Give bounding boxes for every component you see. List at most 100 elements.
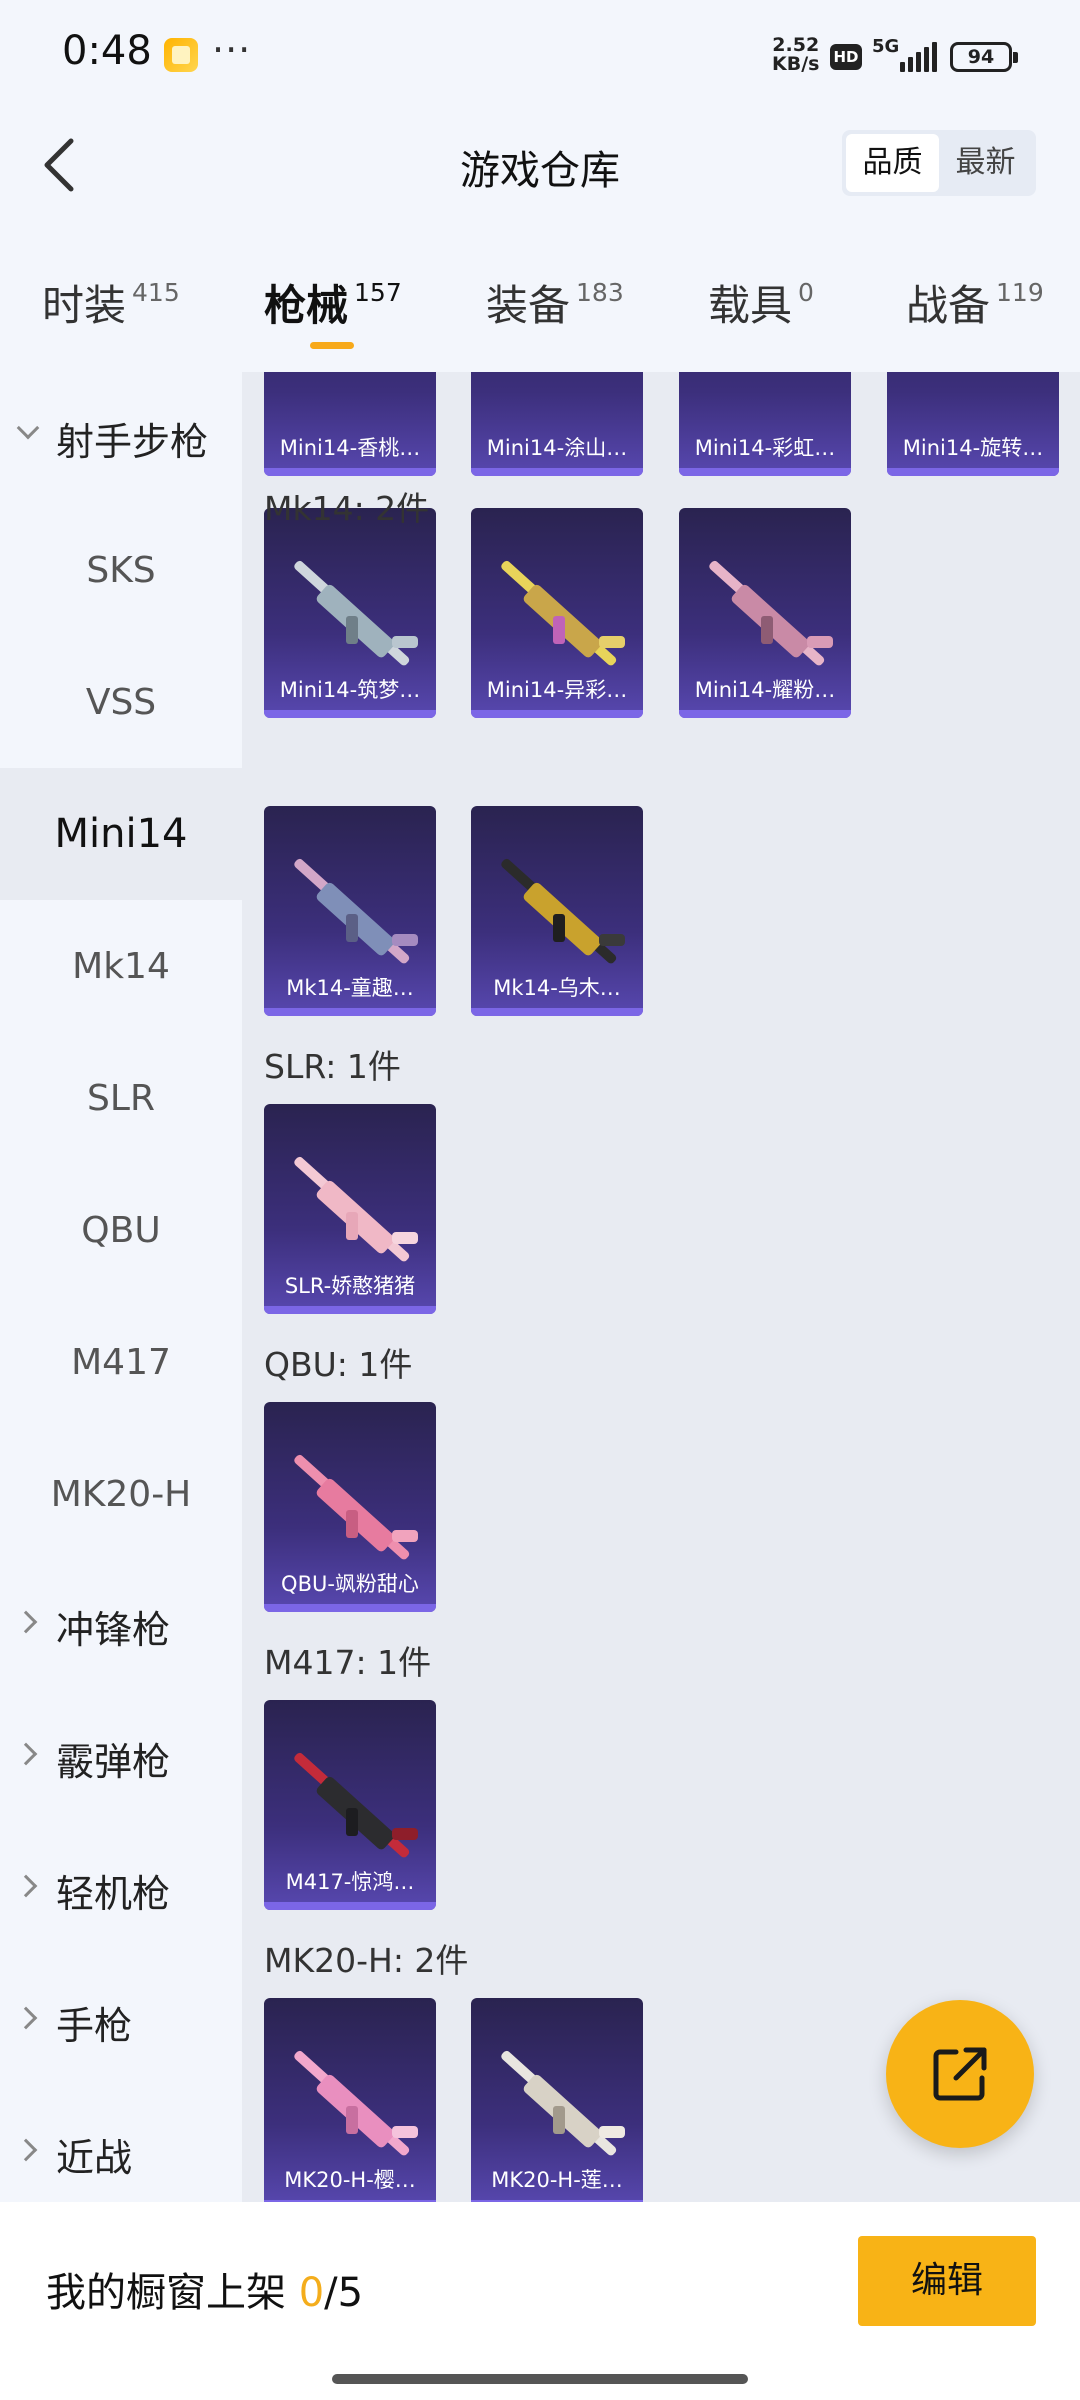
sidebar-item-label: 射手步枪 bbox=[56, 419, 209, 464]
sidebar-item-marksman-rifle[interactable]: 射手步枪 bbox=[0, 372, 242, 504]
sort-newest-option[interactable]: 最新 bbox=[939, 134, 1032, 192]
chevron-right-icon bbox=[14, 2006, 38, 2030]
rifle-skin-image bbox=[489, 538, 625, 668]
skin-card-name: QBU-飒粉甜心 bbox=[281, 1572, 419, 1596]
sidebar-item-vss[interactable]: VSS bbox=[0, 636, 242, 768]
section-title-mk20h: MK20-H: 2件 bbox=[264, 1941, 469, 1980]
sidebar-item-lmg[interactable]: 轻机枪 bbox=[0, 1824, 242, 1956]
skin-grid: Mini14-香桃… Mini14-涂山… Mini14-彩虹… Mini14-… bbox=[242, 372, 1080, 2202]
more-notifications-icon: ··· bbox=[212, 28, 252, 72]
sidebar-item-label: 近战 bbox=[56, 2135, 133, 2180]
share-external-icon bbox=[933, 2047, 987, 2101]
rifle-skin-image bbox=[282, 836, 418, 966]
rifle-skin-image bbox=[697, 538, 833, 668]
skin-card[interactable]: Mk14-童趣… bbox=[264, 806, 436, 1016]
skin-card-name: Mini14-香桃… bbox=[279, 436, 421, 460]
showcase-label: 我的橱窗上架 bbox=[46, 2270, 286, 2316]
tab-label: 枪械 bbox=[264, 281, 349, 330]
skin-card-name: Mini14-筑梦… bbox=[279, 678, 421, 702]
tab-vehicles[interactable]: 载具 0 bbox=[708, 272, 814, 333]
skin-card-name: M417-惊鸿… bbox=[285, 1870, 415, 1894]
weapon-sidebar: 射手步枪 SKS VSS Mini14 Mk14 SLR QBU M417 MK… bbox=[0, 372, 242, 2202]
share-button[interactable] bbox=[886, 2000, 1034, 2148]
skin-card-name: Mini14-彩虹… bbox=[694, 436, 836, 460]
sidebar-item-label: 冲锋枪 bbox=[56, 1607, 171, 1652]
rifle-skin-image bbox=[489, 2028, 625, 2158]
tab-count: 157 bbox=[354, 278, 402, 307]
rifle-skin-image bbox=[282, 1134, 418, 1264]
rifle-skin-image bbox=[282, 538, 418, 668]
section-title-mk14: Mk14: 2件 bbox=[264, 489, 430, 528]
tab-label: 装备 bbox=[486, 281, 571, 330]
network-type: 5G bbox=[872, 36, 900, 57]
tab-supplies[interactable]: 战备 119 bbox=[906, 272, 1044, 333]
sidebar-item-mk14[interactable]: Mk14 bbox=[0, 900, 242, 1032]
skin-card-name: MK20-H-樱… bbox=[284, 2168, 416, 2192]
home-indicator[interactable] bbox=[332, 2374, 748, 2384]
sidebar-item-label: Mk14 bbox=[72, 945, 170, 987]
chevron-right-icon bbox=[14, 1874, 38, 1898]
sidebar-item-label: SLR bbox=[87, 1077, 155, 1119]
sidebar-item-sks[interactable]: SKS bbox=[0, 504, 242, 636]
skin-card[interactable]: Mini14-旋转… bbox=[887, 372, 1059, 476]
skin-card[interactable]: QBU-飒粉甜心 bbox=[264, 1402, 436, 1612]
status-bar: 0:48 ··· 2.52 KB/s HD 5G 94 bbox=[0, 0, 1080, 110]
skin-card[interactable]: Mk14-乌木… bbox=[471, 806, 643, 1016]
skin-card[interactable]: SLR-娇憨猪猪 bbox=[264, 1104, 436, 1314]
tab-equipment[interactable]: 装备 183 bbox=[486, 272, 624, 333]
tab-label: 载具 bbox=[708, 281, 793, 330]
active-tab-indicator bbox=[310, 342, 354, 349]
sidebar-item-mini14[interactable]: Mini14 bbox=[0, 768, 242, 900]
tab-count: 415 bbox=[132, 278, 180, 307]
skin-card[interactable]: MK20-H-莲… bbox=[471, 1998, 643, 2202]
sidebar-item-label: QBU bbox=[81, 1209, 161, 1251]
edit-button[interactable]: 编辑 bbox=[858, 2236, 1036, 2326]
tab-firearms[interactable]: 枪械 157 bbox=[264, 272, 402, 333]
skin-card[interactable]: Mini14-异彩… bbox=[471, 508, 643, 718]
sidebar-item-label: 手枪 bbox=[56, 2003, 133, 2048]
tab-fashion[interactable]: 时装 415 bbox=[42, 272, 180, 333]
skin-card-name: Mini14-耀粉… bbox=[694, 678, 836, 702]
tab-count: 119 bbox=[996, 278, 1044, 307]
section-title-m417: M417: 1件 bbox=[264, 1643, 432, 1682]
sidebar-item-smg[interactable]: 冲锋枪 bbox=[0, 1560, 242, 1692]
sidebar-item-label: Mini14 bbox=[54, 811, 188, 857]
rifle-skin-image bbox=[282, 2028, 418, 2158]
skin-card[interactable]: MK20-H-樱… bbox=[264, 1998, 436, 2202]
category-tabs: 时装 415 枪械 157 装备 183 载具 0 战备 119 bbox=[0, 250, 1080, 360]
skin-card[interactable]: Mini14-涂山… bbox=[471, 372, 643, 476]
sidebar-item-pistol[interactable]: 手枪 bbox=[0, 1956, 242, 2088]
chevron-right-icon bbox=[14, 1742, 38, 1766]
skin-card[interactable]: Mini14-筑梦… bbox=[264, 508, 436, 718]
skin-card[interactable]: Mini14-耀粉… bbox=[679, 508, 851, 718]
section-title-slr: SLR: 1件 bbox=[264, 1047, 401, 1086]
tab-count: 0 bbox=[798, 278, 814, 307]
skin-card[interactable]: Mini14-彩虹… bbox=[679, 372, 851, 476]
skin-card[interactable]: M417-惊鸿… bbox=[264, 1700, 436, 1910]
showcase-bar: 我的橱窗上架 0/5 编辑 bbox=[0, 2202, 1080, 2400]
skin-card-name: Mini14-涂山… bbox=[486, 436, 628, 460]
sidebar-item-label: SKS bbox=[86, 549, 156, 591]
section-title-qbu: QBU: 1件 bbox=[264, 1345, 413, 1384]
header: 游戏仓库 品质 最新 bbox=[0, 110, 1080, 220]
skin-card-name: Mini14-旋转… bbox=[902, 436, 1044, 460]
showcase-total-count: /5 bbox=[324, 2270, 364, 2316]
skin-card-name: SLR-娇憨猪猪 bbox=[284, 1274, 416, 1298]
sidebar-item-label: VSS bbox=[85, 681, 157, 723]
sidebar-item-qbu[interactable]: QBU bbox=[0, 1164, 242, 1296]
tab-label: 时装 bbox=[42, 281, 127, 330]
sidebar-item-label: 轻机枪 bbox=[56, 1871, 171, 1916]
sidebar-item-m417[interactable]: M417 bbox=[0, 1296, 242, 1428]
rifle-skin-image bbox=[282, 1432, 418, 1562]
sidebar-item-slr[interactable]: SLR bbox=[0, 1032, 242, 1164]
sidebar-item-melee[interactable]: 近战 bbox=[0, 2088, 242, 2220]
skin-card[interactable]: Mini14-香桃… bbox=[264, 372, 436, 476]
sidebar-item-shotgun[interactable]: 霰弹枪 bbox=[0, 1692, 242, 1824]
rifle-skin-image bbox=[282, 1730, 418, 1860]
sort-quality-option[interactable]: 品质 bbox=[846, 134, 939, 192]
sidebar-item-mk20h[interactable]: MK20-H bbox=[0, 1428, 242, 1560]
status-time: 0:48 bbox=[62, 28, 152, 74]
hd-icon: HD bbox=[830, 44, 862, 70]
chevron-right-icon bbox=[14, 2138, 38, 2162]
signal-icon bbox=[900, 42, 937, 72]
